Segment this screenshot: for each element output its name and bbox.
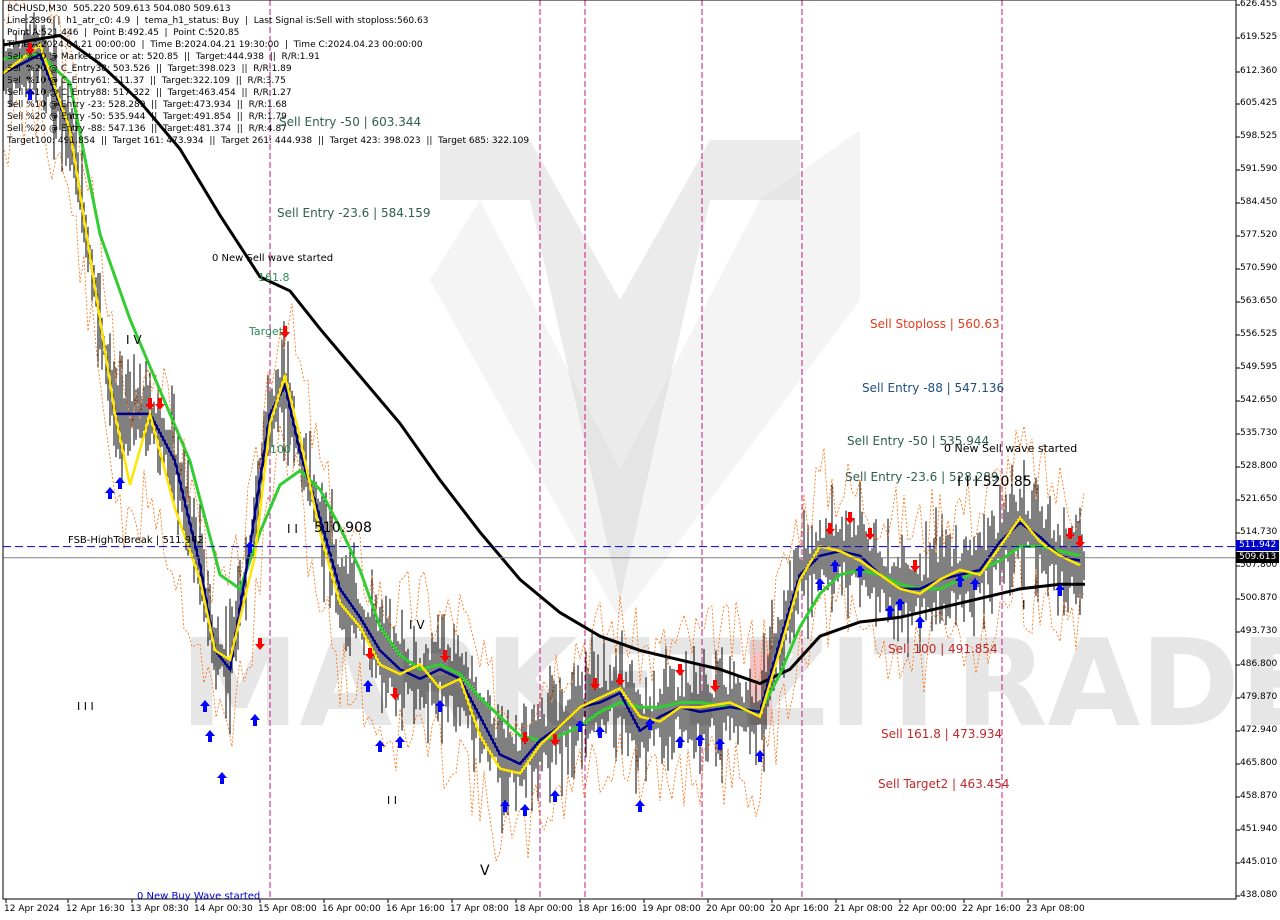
price-tick-label: 619.525 bbox=[1240, 32, 1278, 42]
info-line: Sell %10 @ C_Entry88: 517.322 || Target:… bbox=[7, 88, 292, 98]
time-tick-label: 17 Apr 08:00 bbox=[450, 904, 509, 914]
current-price-tag: 509.613 bbox=[1236, 552, 1279, 563]
time-tick-label: 19 Apr 08:00 bbox=[642, 904, 701, 914]
chart-annotation: Sell 100 | 491.854 bbox=[888, 642, 998, 656]
chart-annotation: 161.8 bbox=[258, 271, 290, 284]
price-tick-label: 514.730 bbox=[1240, 527, 1278, 537]
chart-annotation: Sell Target2 | 463.454 bbox=[878, 777, 1010, 791]
chart-annotation: I I I 520.85 bbox=[957, 474, 1032, 490]
chart-annotation: Target bbox=[249, 325, 284, 338]
chart-annotation: V bbox=[480, 863, 490, 879]
price-tick-label: 465.800 bbox=[1240, 758, 1278, 768]
time-tick-label: 20 Apr 16:00 bbox=[770, 904, 829, 914]
info-line: Sell %10 @ Entry -23: 528.289 || Target:… bbox=[7, 100, 287, 110]
time-tick-label: 21 Apr 08:00 bbox=[834, 904, 893, 914]
buy-arrow bbox=[815, 578, 825, 590]
chart-annotation: Sell Entry -23.6 | 584.159 bbox=[277, 206, 431, 220]
price-tick-label: 563.650 bbox=[1240, 296, 1278, 306]
info-line: Sell %20 @ Entry -88: 547.136 || Target:… bbox=[7, 124, 287, 134]
time-tick-label: 23 Apr 08:00 bbox=[1026, 904, 1085, 914]
price-tick-label: 549.595 bbox=[1240, 362, 1278, 372]
chart-annotation: I V bbox=[126, 333, 142, 347]
chart-annotation: I I I bbox=[77, 700, 94, 713]
price-tick-label: 521.650 bbox=[1240, 494, 1278, 504]
price-tick-label: 570.590 bbox=[1240, 263, 1278, 273]
chart-annotation: I bbox=[1022, 598, 1026, 612]
price-tick-label: 479.870 bbox=[1240, 692, 1278, 702]
price-tick-label: 612.360 bbox=[1240, 66, 1278, 76]
chart-annotation: 510.908 bbox=[314, 520, 372, 536]
chart-annotation: Sell 161.8 | 473.934 bbox=[881, 727, 1003, 741]
time-tick-label: 14 Apr 00:30 bbox=[194, 904, 253, 914]
price-tick-label: 535.730 bbox=[1240, 428, 1278, 438]
price-tick-label: 486.800 bbox=[1240, 659, 1278, 669]
buy-arrow bbox=[115, 477, 125, 489]
price-tick-label: 500.870 bbox=[1240, 593, 1278, 603]
price-tick-label: 438.080 bbox=[1240, 890, 1278, 900]
time-tick-label: 16 Apr 00:00 bbox=[322, 904, 381, 914]
price-tick-label: 542.650 bbox=[1240, 395, 1278, 405]
price-tick-label: 472.940 bbox=[1240, 725, 1278, 735]
chart-annotation: Sell Entry -50 | 603.344 bbox=[279, 115, 422, 129]
price-tick-label: 584.450 bbox=[1240, 197, 1278, 207]
price-tick-label: 528.800 bbox=[1240, 461, 1278, 471]
buy-arrow bbox=[217, 772, 227, 784]
info-line: Sell %20 @ Entry -50: 535.944 || Target:… bbox=[7, 112, 287, 122]
time-tick-label: 20 Apr 00:00 bbox=[706, 904, 765, 914]
info-line: Point A:521.446 | Point B:492.45 | Point… bbox=[7, 28, 240, 38]
price-tick-label: 577.520 bbox=[1240, 230, 1278, 240]
time-tick-label: 22 Apr 16:00 bbox=[962, 904, 1021, 914]
chart-annotation: I I bbox=[287, 522, 298, 536]
info-line: BCHUSD,M30 505.220 509.613 504.080 509.6… bbox=[7, 4, 231, 14]
buy-arrow bbox=[635, 800, 645, 812]
price-tick-label: 445.010 bbox=[1240, 857, 1278, 867]
time-tick-label: 16 Apr 16:00 bbox=[386, 904, 445, 914]
fsb-price-tag: 511.942 bbox=[1236, 540, 1279, 551]
price-tick-label: 598.525 bbox=[1240, 131, 1278, 141]
chart-annotation: 0 New Buy Wave started bbox=[137, 891, 261, 902]
info-line: Sell %20 @ Market price or at: 520.85 ||… bbox=[7, 52, 320, 62]
price-tick-label: 493.730 bbox=[1240, 626, 1278, 636]
chart-annotation: 100 bbox=[270, 443, 291, 456]
buy-arrow bbox=[520, 804, 530, 816]
chart-annotation: 0 New Sell wave started bbox=[212, 253, 334, 264]
info-line: Line:2896 | h1_atr_c0: 4.9 | tema_h1_sta… bbox=[7, 16, 429, 26]
info-line: Sell %10 @ C_Entry61: 511.37 || Target:3… bbox=[7, 76, 286, 86]
time-tick-label: 12 Apr 16:30 bbox=[66, 904, 125, 914]
price-tick-label: 605.425 bbox=[1240, 98, 1278, 108]
chart-annotation: Sell Entry -88 | 547.136 bbox=[862, 381, 1005, 395]
buy-arrow bbox=[550, 790, 560, 802]
chart-annotation: Sell Stoploss | 560.63 bbox=[870, 317, 1000, 331]
chart-annotation: I I bbox=[387, 794, 397, 807]
time-tick-label: 18 Apr 16:00 bbox=[578, 904, 637, 914]
buy-arrow bbox=[105, 487, 115, 499]
indicator-info-panel: BCHUSD,M30 505.220 509.613 504.080 509.6… bbox=[7, 3, 529, 147]
chart-annotation: I V bbox=[409, 618, 425, 632]
price-tick-label: 626.455 bbox=[1240, 0, 1278, 9]
time-tick-label: 18 Apr 00:00 bbox=[514, 904, 573, 914]
info-line: Sell %20 @ C_Entry38: 503.526 || Target:… bbox=[7, 64, 292, 74]
chart-annotation: FSB-HighToBreak | 511.942 bbox=[68, 535, 204, 546]
price-tick-label: 458.870 bbox=[1240, 791, 1278, 801]
chart-annotation: 0 New Sell wave started bbox=[944, 442, 1078, 455]
time-tick-label: 22 Apr 00:00 bbox=[898, 904, 957, 914]
time-tick-label: 13 Apr 08:30 bbox=[130, 904, 189, 914]
price-tick-label: 451.940 bbox=[1240, 824, 1278, 834]
info-line: Time A:2024.04.21 00:00:00 | Time B:2024… bbox=[7, 40, 423, 50]
price-tick-label: 556.525 bbox=[1240, 329, 1278, 339]
time-tick-label: 15 Apr 08:00 bbox=[258, 904, 317, 914]
time-tick-label: 12 Apr 2024 bbox=[4, 904, 60, 914]
price-tick-label: 591.590 bbox=[1240, 164, 1278, 174]
info-line: Target100: 491.854 || Target 161: 473.93… bbox=[7, 136, 530, 146]
